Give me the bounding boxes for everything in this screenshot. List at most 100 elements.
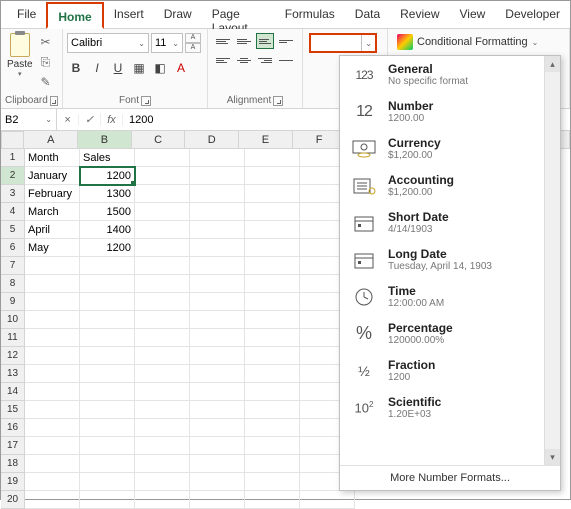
cell[interactable] — [135, 491, 190, 509]
cell[interactable] — [135, 293, 190, 311]
align-middle-button[interactable] — [235, 33, 253, 49]
column-header[interactable]: D — [185, 131, 239, 149]
dialog-launcher-icon[interactable] — [273, 96, 283, 106]
cell[interactable] — [25, 365, 80, 383]
cell[interactable]: March — [25, 203, 80, 221]
cell[interactable] — [300, 491, 355, 509]
cell[interactable] — [25, 329, 80, 347]
row-header[interactable]: 13 — [1, 365, 25, 383]
bold-button[interactable]: B — [67, 59, 85, 77]
cell[interactable] — [135, 329, 190, 347]
cell[interactable] — [80, 293, 135, 311]
cell[interactable] — [190, 311, 245, 329]
row-header[interactable]: 17 — [1, 437, 25, 455]
column-header[interactable]: B — [78, 131, 132, 149]
format-option-currency[interactable]: Currency$1,200.00 — [340, 130, 560, 167]
cell[interactable] — [135, 473, 190, 491]
cell[interactable]: May — [25, 239, 80, 257]
cell[interactable] — [190, 149, 245, 167]
cell[interactable] — [135, 437, 190, 455]
row-header[interactable]: 14 — [1, 383, 25, 401]
font-color-button[interactable]: A — [172, 59, 190, 77]
cell[interactable] — [245, 437, 300, 455]
tab-formulas[interactable]: Formulas — [275, 1, 345, 28]
cell[interactable] — [190, 473, 245, 491]
cell[interactable] — [135, 311, 190, 329]
paste-button[interactable]: Paste ▾ — [5, 31, 35, 80]
cell[interactable] — [25, 383, 80, 401]
cell[interactable] — [135, 347, 190, 365]
cell[interactable] — [245, 257, 300, 275]
cell[interactable]: April — [25, 221, 80, 239]
tab-home[interactable]: Home — [46, 2, 103, 29]
cell[interactable] — [135, 257, 190, 275]
cell[interactable] — [135, 365, 190, 383]
cell[interactable] — [245, 311, 300, 329]
enter-icon[interactable]: ✓ — [79, 113, 101, 126]
cell[interactable] — [190, 383, 245, 401]
cell[interactable] — [245, 473, 300, 491]
tab-file[interactable]: File — [7, 1, 46, 28]
cell[interactable] — [190, 347, 245, 365]
cell[interactable] — [245, 347, 300, 365]
row-header[interactable]: 10 — [1, 311, 25, 329]
cell[interactable] — [80, 383, 135, 401]
cell[interactable] — [135, 455, 190, 473]
format-option-percentage[interactable]: %Percentage120000.00% — [340, 315, 560, 352]
cell[interactable] — [25, 455, 80, 473]
cell[interactable] — [80, 491, 135, 509]
font-size-spinner[interactable]: AA — [185, 33, 201, 53]
cell[interactable]: 1200 — [80, 239, 135, 257]
cell[interactable] — [190, 203, 245, 221]
cell[interactable] — [190, 221, 245, 239]
row-header[interactable]: 12 — [1, 347, 25, 365]
cell[interactable]: 1200 — [80, 167, 135, 185]
column-header[interactable]: E — [239, 131, 293, 149]
number-format-combo[interactable]: ⌄ — [309, 33, 377, 53]
cell[interactable] — [135, 203, 190, 221]
cell[interactable] — [80, 329, 135, 347]
cell[interactable] — [190, 275, 245, 293]
format-option-time[interactable]: Time12:00:00 AM — [340, 278, 560, 315]
align-top-button[interactable] — [214, 33, 232, 49]
cell[interactable] — [135, 221, 190, 239]
row-header[interactable]: 3 — [1, 185, 25, 203]
cancel-icon[interactable]: × — [57, 114, 79, 126]
wrap-text-button[interactable] — [277, 33, 295, 49]
cut-icon[interactable]: ✂ — [39, 35, 53, 49]
cell[interactable] — [190, 257, 245, 275]
cell[interactable]: 1400 — [80, 221, 135, 239]
row-header[interactable]: 19 — [1, 473, 25, 491]
cell[interactable] — [135, 401, 190, 419]
cell[interactable] — [25, 293, 80, 311]
format-option-short-date[interactable]: Short Date4/14/1903 — [340, 204, 560, 241]
cell[interactable] — [190, 167, 245, 185]
format-option-number[interactable]: 12Number1200.00 — [340, 93, 560, 130]
row-header[interactable]: 18 — [1, 455, 25, 473]
cell[interactable] — [135, 275, 190, 293]
fx-icon[interactable]: fx — [101, 114, 123, 126]
tab-review[interactable]: Review — [390, 1, 449, 28]
scroll-down-icon[interactable]: ▾ — [545, 449, 560, 465]
tab-developer[interactable]: Developer — [495, 1, 570, 28]
cell[interactable] — [80, 401, 135, 419]
format-option-scientific[interactable]: 102Scientific1.20E+03 — [340, 389, 560, 426]
border-button[interactable]: ▦ — [130, 59, 148, 77]
copy-icon[interactable]: ⎘ — [39, 55, 53, 69]
font-name-combo[interactable]: Calibri⌄ — [67, 33, 149, 53]
cell[interactable] — [25, 347, 80, 365]
cell[interactable] — [245, 455, 300, 473]
column-header[interactable]: C — [132, 131, 186, 149]
cell[interactable] — [80, 275, 135, 293]
tab-data[interactable]: Data — [345, 1, 390, 28]
cell[interactable] — [245, 401, 300, 419]
row-header[interactable]: 2 — [1, 167, 25, 185]
cell[interactable] — [190, 419, 245, 437]
align-left-button[interactable] — [214, 52, 232, 68]
cell[interactable] — [25, 401, 80, 419]
cell[interactable] — [245, 185, 300, 203]
cell[interactable] — [25, 473, 80, 491]
row-header[interactable]: 1 — [1, 149, 25, 167]
row-header[interactable]: 6 — [1, 239, 25, 257]
cell[interactable]: 1300 — [80, 185, 135, 203]
